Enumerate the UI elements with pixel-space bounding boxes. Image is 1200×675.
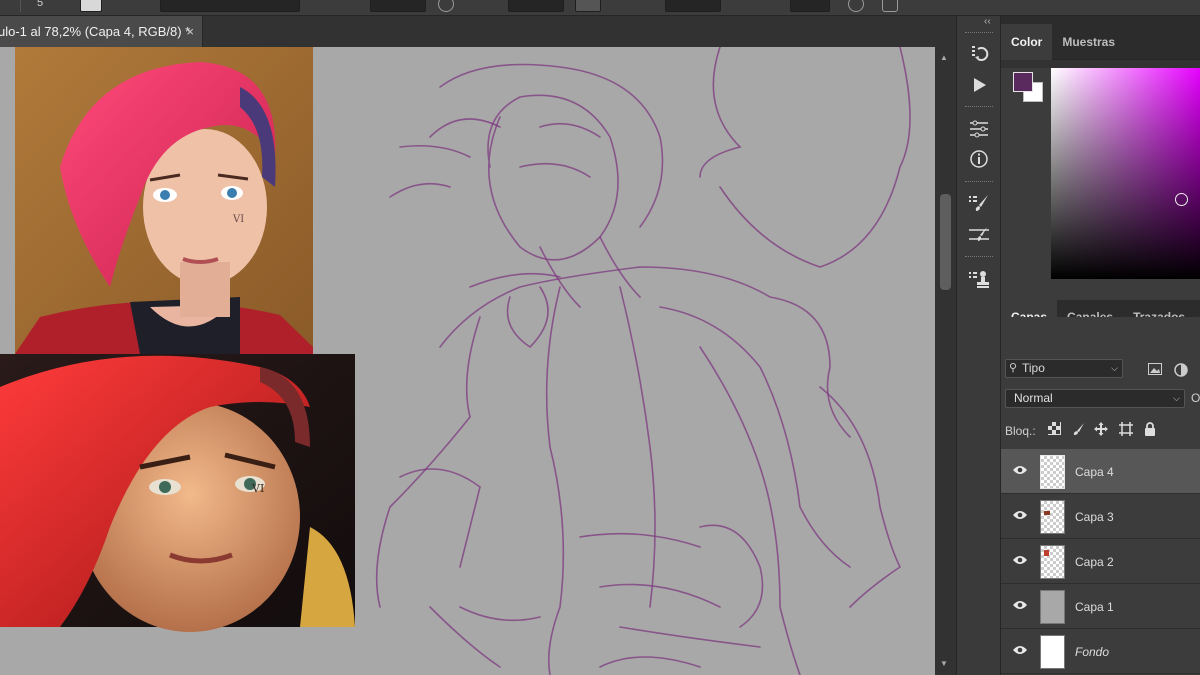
foreground-color-swatch[interactable] xyxy=(1013,72,1033,92)
image-filter-icon[interactable] xyxy=(1148,363,1162,375)
thumbnail-content xyxy=(1044,550,1049,556)
layer-thumbnail xyxy=(1040,635,1065,669)
chevron-down-icon: ⌵ xyxy=(1111,363,1118,373)
layers-panel: ⚲ Tipo ⌵ Normal ⌵ O Bloq.: Capa 4 Capa 3… xyxy=(1001,317,1200,675)
chevron-down-icon: ⌵ xyxy=(1173,393,1180,403)
svg-text:VI: VI xyxy=(251,482,264,495)
layer-name: Capa 4 xyxy=(1075,465,1114,479)
options-bar: 5 xyxy=(0,0,1200,16)
canvas-drawing: VI VI xyxy=(0,47,911,675)
right-panels: Color Muestras Capas Canales Trazados ⚲ … xyxy=(1000,16,1200,675)
purple-sketch xyxy=(375,47,911,675)
layer-row-capa-3[interactable]: Capa 3 xyxy=(1001,494,1200,539)
search-icon: ⚲ xyxy=(1009,362,1018,374)
color-panel-tabs: Color Muestras xyxy=(1001,24,1200,60)
opacity-label: O xyxy=(1191,391,1200,405)
canvas[interactable]: VI VI xyxy=(0,47,935,675)
layer-thumbnail xyxy=(1040,455,1065,489)
tab-muestras[interactable]: Muestras xyxy=(1052,24,1125,60)
flow-field[interactable] xyxy=(508,0,564,12)
color-field[interactable] xyxy=(1051,68,1200,279)
scroll-up-icon[interactable]: ▲ xyxy=(940,53,948,62)
grip xyxy=(965,181,993,183)
eye-icon[interactable] xyxy=(1012,554,1027,568)
color-panel xyxy=(1001,68,1200,304)
brush-size-value[interactable]: 5 xyxy=(37,0,43,9)
document-title: ulo-1 al 78,2% (Capa 4, RGB/8) * xyxy=(0,24,191,39)
layer-name: Capa 1 xyxy=(1075,600,1114,614)
layer-filter-dropdown[interactable]: ⚲ Tipo ⌵ xyxy=(1005,359,1123,378)
reference-portrait-top: VI xyxy=(15,47,313,354)
grip xyxy=(965,256,993,258)
lock-all-icon[interactable] xyxy=(1142,422,1158,438)
lock-transparency-icon[interactable] xyxy=(1046,422,1062,438)
lock-position-icon[interactable] xyxy=(1093,422,1109,438)
layer-list: Capa 4 Capa 3 Capa 2 Capa 1 Fondo xyxy=(1001,449,1200,674)
close-tab-icon[interactable]: × xyxy=(186,24,194,39)
adjustment-filter-icon[interactable] xyxy=(1174,363,1188,377)
play-icon[interactable] xyxy=(965,72,993,98)
blend-mode-dropdown[interactable]: Normal ⌵ xyxy=(1005,389,1185,408)
thumbnail-content xyxy=(1044,511,1050,515)
filter-label: Tipo xyxy=(1022,361,1045,375)
pressure-size-icon[interactable] xyxy=(848,0,864,12)
panel-header xyxy=(1001,16,1200,24)
layer-row-capa-2[interactable]: Capa 2 xyxy=(1001,539,1200,584)
document-tab[interactable]: ulo-1 al 78,2% (Capa 4, RGB/8) * × xyxy=(0,16,203,47)
tab-color[interactable]: Color xyxy=(1001,24,1053,60)
layer-name: Capa 3 xyxy=(1075,510,1114,524)
smoothing-options-icon[interactable] xyxy=(738,0,754,12)
collapse-panels-icon[interactable]: ‹‹ xyxy=(984,16,991,27)
svg-text:VI: VI xyxy=(232,214,244,225)
layer-row-capa-1[interactable]: Capa 1 xyxy=(1001,584,1200,629)
eye-icon[interactable] xyxy=(1012,644,1027,658)
pressure-opacity-icon[interactable] xyxy=(438,0,454,12)
clone-source-icon[interactable] xyxy=(965,266,993,292)
color-picker-handle[interactable] xyxy=(1175,193,1188,206)
history-icon[interactable] xyxy=(965,40,993,66)
blend-mode-value: Normal xyxy=(1014,391,1053,405)
smoothing-field[interactable] xyxy=(665,0,721,12)
tool-presets-icon[interactable] xyxy=(965,222,993,248)
layer-row-capa-4[interactable]: Capa 4 xyxy=(1001,449,1200,494)
reference-portrait-bottom: VI xyxy=(0,354,355,632)
vertical-scrollbar[interactable]: ▲ ▼ xyxy=(935,47,956,675)
layer-row-fondo[interactable]: Fondo xyxy=(1001,629,1200,674)
layer-name: Fondo xyxy=(1075,645,1110,659)
eye-icon[interactable] xyxy=(1012,464,1027,478)
angle-field[interactable] xyxy=(790,0,830,12)
tab-strip xyxy=(203,16,956,47)
brush-settings-icon[interactable] xyxy=(965,190,993,216)
layer-thumbnail xyxy=(1040,590,1065,624)
layer-name: Capa 2 xyxy=(1075,555,1114,569)
layer-thumbnail xyxy=(1040,545,1065,579)
eye-icon[interactable] xyxy=(1012,599,1027,613)
symmetry-icon[interactable] xyxy=(882,0,898,12)
lock-label: Bloq.: xyxy=(1005,424,1036,438)
mode-dropdown[interactable] xyxy=(160,0,300,12)
lock-artboard-icon[interactable] xyxy=(1118,422,1134,438)
brush-preset-icon[interactable] xyxy=(80,0,102,12)
lock-pixels-icon[interactable] xyxy=(1070,422,1086,438)
grip xyxy=(965,32,993,34)
eye-icon[interactable] xyxy=(1012,509,1027,523)
info-icon[interactable] xyxy=(965,146,993,172)
adjustments-icon[interactable] xyxy=(965,116,993,142)
separator xyxy=(20,0,21,12)
scroll-down-icon[interactable]: ▼ xyxy=(940,659,948,668)
layer-thumbnail xyxy=(1040,500,1065,534)
scroll-thumb[interactable] xyxy=(940,194,951,290)
airbrush-icon[interactable] xyxy=(575,0,601,12)
opacity-field[interactable] xyxy=(370,0,426,12)
grip xyxy=(965,106,993,108)
panel-icon-column: ‹‹ xyxy=(956,16,1000,675)
